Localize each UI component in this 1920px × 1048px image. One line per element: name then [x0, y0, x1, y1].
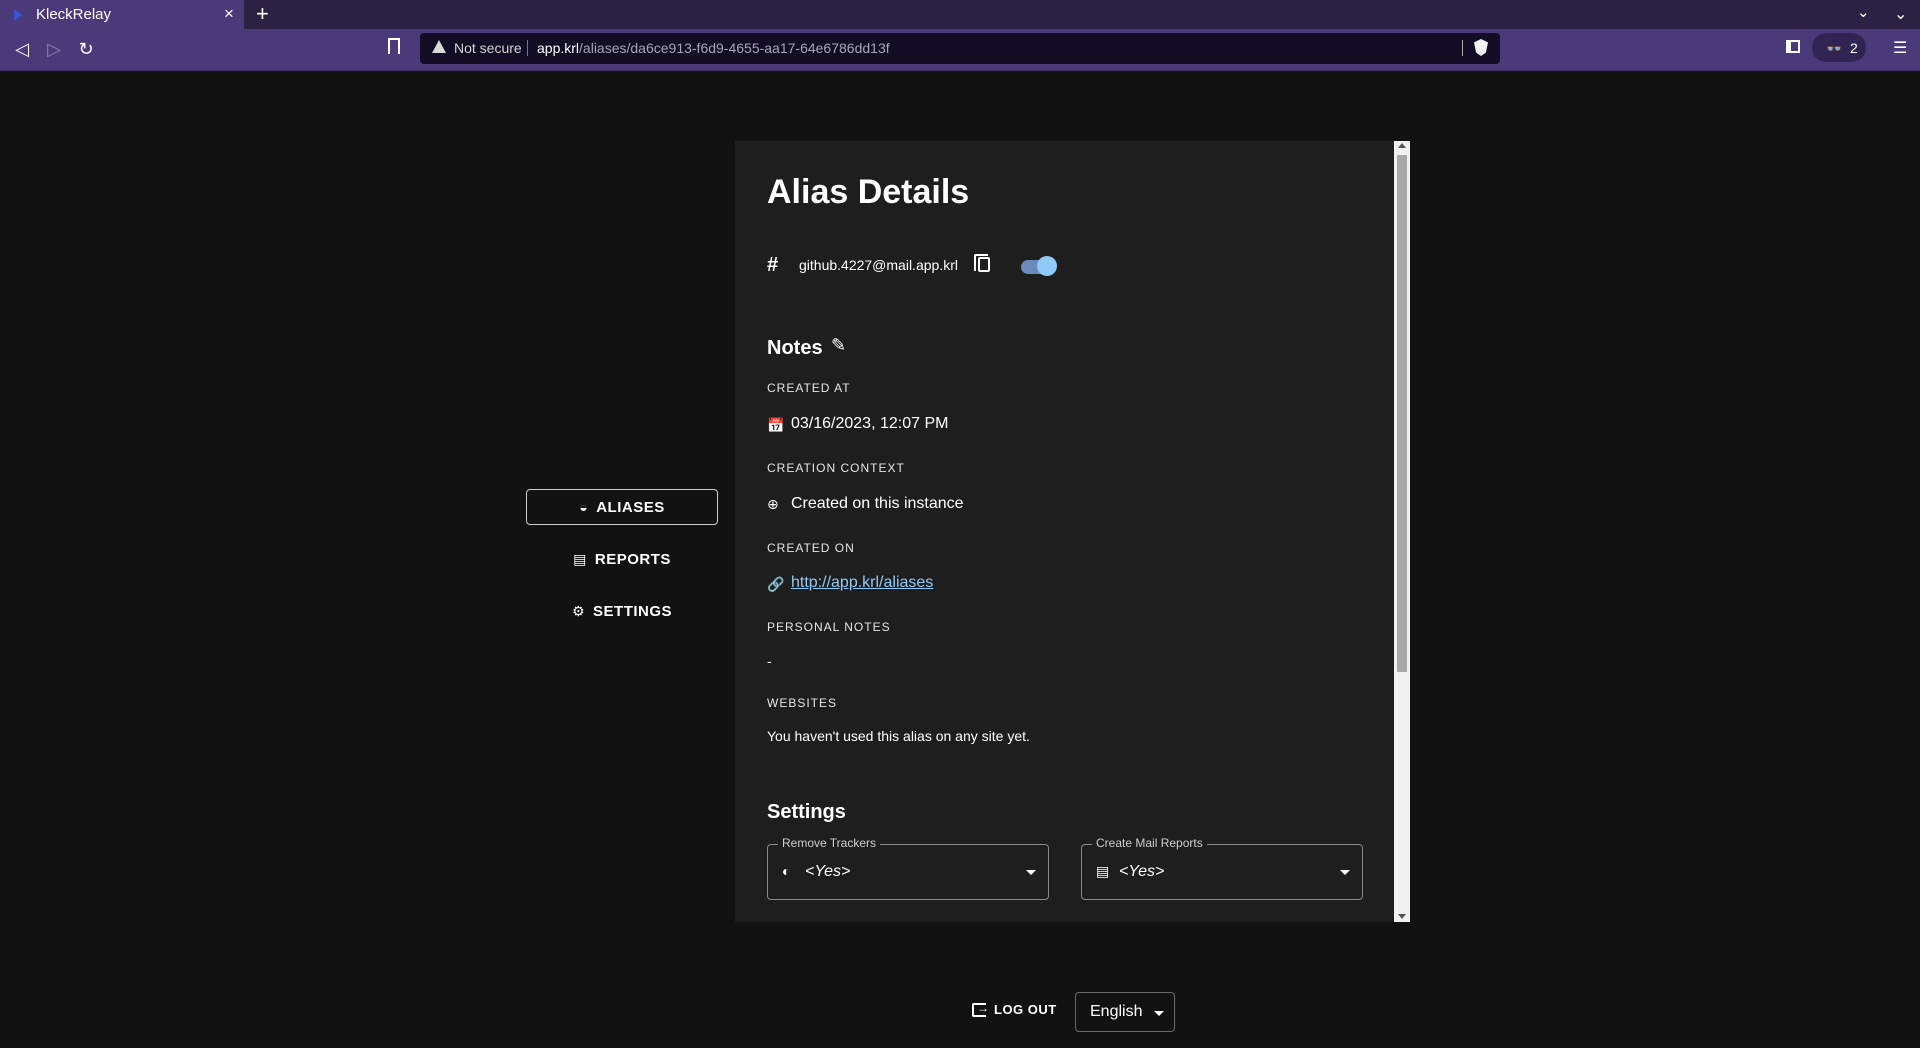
bookmark-icon[interactable] [388, 38, 400, 54]
logout-label: LOG OUT [994, 1002, 1057, 1017]
logout-icon [972, 1001, 990, 1017]
select-value: <Yes> [805, 863, 851, 880]
scroll-up-arrow-icon[interactable] [1398, 143, 1406, 148]
sidebar-item-label: REPORTS [594, 550, 671, 568]
url-host: app.krl [537, 40, 580, 56]
menu-icon[interactable]: ☰ [1893, 38, 1907, 58]
personal-notes-value: - [767, 653, 772, 669]
reload-button[interactable]: ↻ [74, 37, 98, 61]
edit-pencil-icon[interactable]: ✎ [831, 335, 846, 356]
browser-toolbar: ◁ ▷ ↻ Not secure app.krl/aliases/da6ce91… [0, 29, 1920, 71]
remove-trackers-select[interactable]: Remove Trackers ◐ <Yes> [767, 836, 1049, 900]
forward-button[interactable]: ▷ [42, 37, 66, 61]
websites-label: WEBSITES [767, 696, 838, 710]
brave-shield-icon[interactable] [1474, 39, 1488, 56]
toggle-knob[interactable] [1037, 256, 1057, 276]
page-title: Alias Details [767, 173, 970, 211]
language-value: English [1090, 1003, 1143, 1020]
private-window-count: 2 [1850, 40, 1858, 56]
browser-tab-bar: KleckRelay × + ⌄ ⌄ [0, 0, 1920, 29]
document-icon: ▤ [1096, 863, 1110, 879]
created-on-label: CREATED ON [767, 541, 855, 555]
private-window-badge[interactable]: 👓 2 [1812, 33, 1866, 62]
sidebar-toggle-icon[interactable] [1786, 40, 1800, 53]
url-text[interactable]: app.krl/aliases/da6ce913-f6d9-4655-aa17-… [537, 40, 890, 56]
calendar-icon: 📅 [767, 417, 785, 433]
sidebar-item-aliases[interactable]: ◒ ALIASES [526, 489, 718, 525]
mask-icon: ◒ [579, 499, 589, 515]
personal-notes-label: PERSONAL NOTES [767, 620, 891, 634]
alias-address: github.4227@mail.app.krl [799, 257, 958, 273]
back-button[interactable]: ◁ [10, 37, 34, 61]
url-divider [527, 40, 528, 56]
created-on-link[interactable]: http://app.krl/aliases [791, 574, 933, 592]
gear-icon: ⚙ [571, 602, 586, 619]
creation-context-value: Created on this instance [791, 495, 964, 512]
document-icon: ▤ [573, 550, 587, 567]
address-bar[interactable]: Not secure app.krl/aliases/da6ce913-f6d9… [420, 33, 1500, 64]
scrollbar-thumb[interactable] [1397, 155, 1407, 672]
url-path: /aliases/da6ce913-f6d9-4655-aa17-64e6786… [579, 40, 890, 56]
tab-title: KleckRelay [36, 6, 112, 23]
select-label: Remove Trackers [778, 836, 881, 850]
dropdown-arrow-icon [1340, 870, 1350, 875]
websites-value: You haven't used this alias on any site … [767, 728, 1030, 744]
globe-icon: ⊕ [767, 496, 779, 512]
shield-icon: ◐ [782, 863, 791, 879]
select-value: <Yes> [1119, 863, 1165, 880]
dropdown-arrow-icon [1154, 1011, 1164, 1016]
scroll-down-arrow-icon[interactable] [1398, 914, 1406, 919]
new-tab-button[interactable]: + [256, 1, 269, 27]
create-mail-reports-select[interactable]: Create Mail Reports ▤ <Yes> [1081, 836, 1363, 900]
card-scrollbar[interactable] [1394, 141, 1410, 922]
settings-heading: Settings [767, 801, 846, 823]
sidebar-item-reports[interactable]: ▤ REPORTS [526, 541, 718, 577]
hash-icon: # [767, 254, 779, 276]
created-at-value: 03/16/2023, 12:07 PM [791, 415, 949, 432]
copy-icon[interactable] [974, 254, 990, 272]
window-minimize-icon[interactable]: ⌄ [1894, 4, 1907, 24]
language-select[interactable]: English [1075, 992, 1175, 1032]
select-label: Create Mail Reports [1092, 836, 1207, 850]
tab-close-icon[interactable]: × [224, 4, 234, 24]
sidebar-item-label: SETTINGS [593, 602, 673, 620]
kleckrelay-favicon-icon [14, 9, 22, 21]
logout-button[interactable]: LOG OUT [972, 1001, 1057, 1017]
warning-icon [432, 40, 446, 53]
alias-details-card: Alias Details # github.4227@mail.app.krl… [735, 141, 1395, 922]
dropdown-arrow-icon [1026, 870, 1036, 875]
tab-list-chevron-icon[interactable]: ⌄ [1857, 3, 1870, 21]
glasses-icon: 👓 [1826, 41, 1843, 56]
sidebar-item-label: ALIASES [596, 498, 665, 516]
created-at-label: CREATED AT [767, 381, 851, 395]
browser-tab[interactable]: KleckRelay × [0, 0, 244, 29]
url-divider-right [1462, 40, 1463, 56]
creation-context-label: CREATION CONTEXT [767, 461, 905, 475]
link-icon: 🔗 [767, 576, 785, 592]
sidebar-item-settings[interactable]: ⚙ SETTINGS [526, 593, 718, 629]
notes-heading: Notes [767, 337, 823, 359]
not-secure-label[interactable]: Not secure [454, 40, 522, 56]
